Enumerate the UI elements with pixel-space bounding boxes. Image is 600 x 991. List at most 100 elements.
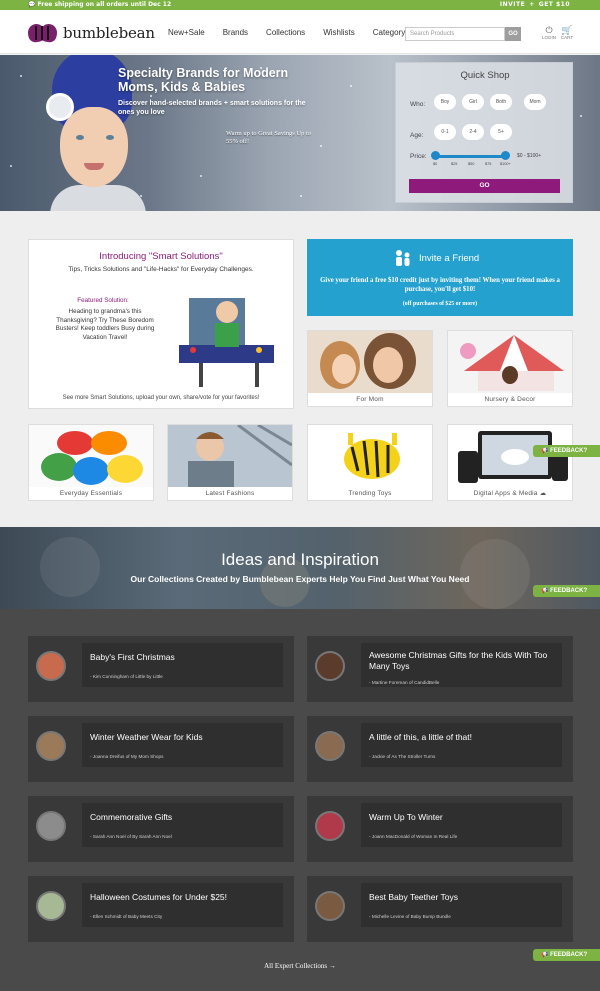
- login-label: LOGIN: [541, 35, 556, 40]
- invite-label: INVITE: [499, 1, 526, 8]
- smart-solutions-subtitle: Tips, Tricks Solutions and "Life-Hacks" …: [68, 266, 254, 273]
- invite-get-10-link[interactable]: INVITE + GET $10: [500, 1, 570, 8]
- cart-icon: 🛒: [561, 25, 573, 35]
- search-input[interactable]: Search Products: [405, 27, 505, 41]
- avatar: [36, 811, 66, 841]
- collection-card[interactable]: Halloween Costumes for Under $25! - Elle…: [28, 876, 294, 942]
- logo-text: bumblebean: [63, 24, 155, 42]
- collection-title: A little of this, a little of that!: [369, 732, 472, 742]
- collection-byline: - Michelle Levine of Baby Bump Bundle: [369, 914, 451, 919]
- avatar: [315, 731, 345, 761]
- hero-title: Specialty Brands for Modern Moms, Kids &…: [118, 66, 289, 94]
- avatar: [36, 651, 66, 681]
- bumblebean-logo[interactable]: bumblebean: [26, 22, 155, 44]
- price-label: Price:: [410, 153, 427, 160]
- tile-latest-fashions[interactable]: Latest Fashions: [167, 423, 293, 501]
- search-go-button[interactable]: GO: [505, 27, 521, 41]
- nav-category-label: Category: [372, 28, 406, 37]
- who-both-option[interactable]: Both: [490, 94, 512, 110]
- featured-solution-text: Heading to grandma's this Thanksgiving? …: [55, 308, 155, 341]
- price-slider-track[interactable]: [436, 155, 508, 158]
- collection-byline: - Jackie of As The Stroller Turns: [369, 754, 436, 759]
- megaphone-icon: 📢: [541, 952, 551, 958]
- collection-byline: - Joanna Dreifus of My Mom Shops: [90, 754, 164, 759]
- cart-label: CART: [560, 35, 574, 40]
- tile-trending-toys-label: Trending Toys: [348, 490, 392, 497]
- ideas-subtitle: Our Collections Created by Bumblebean Ex…: [130, 574, 470, 584]
- collection-card[interactable]: Warm Up To Winter - Joann MacDonald of W…: [307, 796, 573, 862]
- ideas-title: Ideas and Inspiration: [221, 550, 379, 569]
- all-expert-collections-link[interactable]: All Expert Collections →: [0, 962, 600, 970]
- tile-digital-apps-media[interactable]: Digital Apps & Media ☁: [447, 424, 573, 501]
- price-tick: $50: [468, 162, 475, 166]
- age-label: Age:: [410, 132, 424, 139]
- price-tick: $100+: [500, 162, 511, 166]
- megaphone-icon: 📢: [541, 588, 551, 594]
- plus-icon: +: [529, 1, 535, 8]
- quick-shop-go-button[interactable]: GO: [409, 179, 560, 193]
- avatar: [315, 651, 345, 681]
- collection-card[interactable]: Best Baby Teether Toys - Michelle Levine…: [307, 876, 573, 942]
- collection-card[interactable]: Baby's First Christmas - Kim Cunningham …: [28, 636, 294, 702]
- tile-for-mom[interactable]: For Mom: [307, 330, 433, 407]
- bumblebean-heart-icon: [26, 22, 59, 44]
- feedback-button[interactable]: 📢 FEEDBACK?: [533, 585, 600, 597]
- collection-title: Halloween Costumes for Under $25!: [90, 892, 228, 902]
- collection-card[interactable]: Commemorative Gifts - Sarah Ann Noel of …: [28, 796, 294, 862]
- collection-byline: - Kim Cunningham of Little by Little: [90, 674, 163, 679]
- boy-on-bridge-photo: [168, 423, 293, 487]
- price-tick: $75: [485, 162, 492, 166]
- tile-everyday-essentials[interactable]: Everyday Essentials: [28, 424, 154, 501]
- nursery-tent-photo: [448, 331, 572, 393]
- nav-wishlists[interactable]: Wishlists: [323, 28, 355, 37]
- age-5-plus-option[interactable]: 5+: [490, 124, 512, 140]
- nav-collections[interactable]: Collections: [266, 28, 305, 37]
- collection-title: Awesome Christmas Gifts for the Kids Wit…: [369, 650, 548, 671]
- collection-title: Baby's First Christmas: [90, 652, 175, 662]
- collection-byline: - Ellen Schmidt of Baby Meets City: [90, 914, 163, 919]
- tile-trending-toys[interactable]: Trending Toys: [307, 424, 433, 501]
- who-mom-option[interactable]: Mom: [524, 94, 546, 110]
- price-slider-min-handle[interactable]: [431, 151, 440, 160]
- collection-card[interactable]: Awesome Christmas Gifts for the Kids Wit…: [307, 636, 573, 702]
- collection-byline: - Sarah Ann Noel of By Sarah Ann Noel: [90, 834, 172, 839]
- who-boy-option[interactable]: Boy: [434, 94, 456, 110]
- tile-nursery-decor[interactable]: Nursery & Decor: [447, 330, 573, 407]
- avatar: [36, 891, 66, 921]
- feedback-button[interactable]: 📢 FEEDBACK?: [533, 445, 600, 457]
- cart-link[interactable]: 🛒 CART: [558, 25, 576, 40]
- price-slider-max-handle[interactable]: [501, 151, 510, 160]
- promo-bar: 💬 Free shipping on all orders until Dec …: [0, 0, 600, 10]
- nav-brands[interactable]: Brands: [223, 28, 248, 37]
- feedback-button[interactable]: 📢 FEEDBACK?: [533, 949, 600, 961]
- power-icon: ⏻: [545, 25, 553, 35]
- nav-new-sale[interactable]: New+Sale: [168, 28, 205, 37]
- login-link[interactable]: ⏻ LOGIN: [540, 25, 558, 40]
- people-icon: [396, 250, 410, 266]
- quick-shop-title: Quick Shop: [460, 70, 510, 81]
- who-girl-option[interactable]: Girl: [462, 94, 484, 110]
- age-0-1-option[interactable]: 0-1: [434, 124, 456, 140]
- collection-card[interactable]: A little of this, a little of that! - Ja…: [307, 716, 573, 782]
- tile-digital-apps-media-label: Digital Apps & Media ☁: [448, 489, 572, 497]
- stacking-cups-photo: [29, 425, 153, 487]
- hero-promo-text[interactable]: Warm up to Great Savings Up to 55% off!: [226, 130, 316, 145]
- avatar: [36, 731, 66, 761]
- smart-solutions-footer: See more Smart Solutions, upload your ow…: [62, 395, 260, 401]
- collection-byline: - Martine Foreman of CandidBelle: [369, 680, 440, 685]
- smart-solutions-card[interactable]: Introducing "Smart Solutions" Tips, Tric…: [28, 239, 294, 409]
- tile-digital-apps-media-text: Digital Apps & Media: [473, 490, 538, 497]
- collection-card[interactable]: Winter Weather Wear for Kids - Joanna Dr…: [28, 716, 294, 782]
- mom-and-child-photo: [308, 331, 432, 393]
- hat-flower: [46, 93, 74, 121]
- invite-terms: (off purchases of $25 or more): [402, 301, 478, 307]
- tile-for-mom-label: For Mom: [356, 396, 384, 403]
- invite-friend-card[interactable]: Invite a Friend Give your friend a free …: [307, 239, 573, 316]
- collection-title: Winter Weather Wear for Kids: [90, 732, 203, 742]
- invite-title: Invite a Friend: [419, 253, 480, 264]
- age-2-4-option[interactable]: 2-4: [462, 124, 484, 140]
- avatar: [315, 811, 345, 841]
- get-10-label: GET $10: [538, 1, 570, 8]
- collection-byline: - Joann MacDonald of Woman In Real Life: [369, 834, 458, 839]
- who-label: Who:: [410, 101, 426, 108]
